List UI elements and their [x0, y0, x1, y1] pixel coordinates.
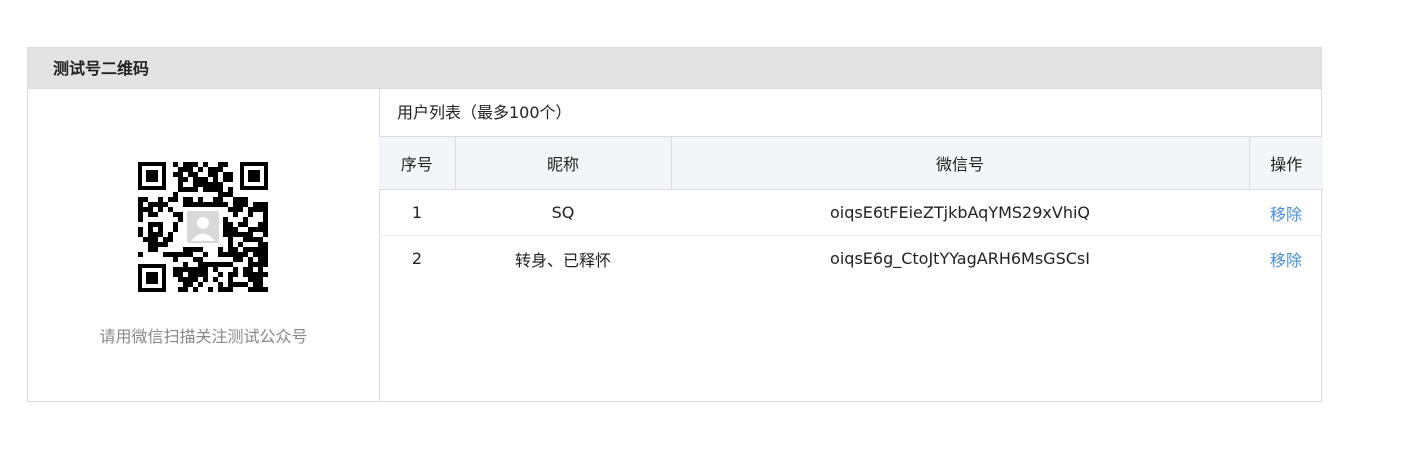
- remove-user-button[interactable]: 移除: [1270, 251, 1302, 270]
- user-table: 序号 昵称 微信号 操作 1 SQ oiqsE6tFEieZTjkbAqYMS2…: [379, 137, 1323, 281]
- user-avatar-icon: [185, 209, 221, 245]
- user-list-section: 用户列表（最多100个） 序号 昵称 微信号 操作 1 SQ oiqsE6tFE…: [379, 89, 1323, 401]
- row-wechat-id: oiqsE6g_CtoJtYYagARH6MsGSCsI: [830, 249, 1090, 268]
- column-header-action: 操作: [1249, 137, 1323, 190]
- qr-caption: 请用微信扫描关注测试公众号: [99, 327, 308, 346]
- table-header-row: 序号 昵称 微信号 操作: [379, 137, 1323, 190]
- row-nickname: SQ: [455, 189, 671, 236]
- qr-code-image: [138, 162, 268, 292]
- row-nickname: 转身、已释怀: [514, 250, 611, 270]
- test-account-qr-panel: 测试号二维码 请用微信扫描关注测试公众号 用户列表（最多100个） 序号 昵称 …: [27, 47, 1323, 402]
- table-row: 1 SQ oiqsE6tFEieZTjkbAqYMS29xVhiQ 移除: [379, 189, 1323, 236]
- row-index: 2: [411, 249, 423, 268]
- row-index: 1: [379, 189, 455, 236]
- qr-section: 请用微信扫描关注测试公众号: [28, 89, 380, 401]
- column-header-index: 序号: [379, 137, 456, 190]
- column-header-wechat-id: 微信号: [671, 137, 1250, 190]
- row-wechat-id: oiqsE6tFEieZTjkbAqYMS29xVhiQ: [671, 189, 1249, 236]
- panel-title: 测试号二维码: [28, 48, 1321, 89]
- table-row: 2 转身、已释怀 oiqsE6g_CtoJtYYagARH6MsGSCsI 移除: [379, 236, 1323, 282]
- user-list-title: 用户列表（最多100个）: [379, 89, 1321, 137]
- column-header-nickname: 昵称: [455, 137, 672, 190]
- remove-user-button[interactable]: 移除: [1270, 205, 1302, 224]
- panel-body: 请用微信扫描关注测试公众号 用户列表（最多100个） 序号 昵称 微信号 操作: [28, 89, 1323, 401]
